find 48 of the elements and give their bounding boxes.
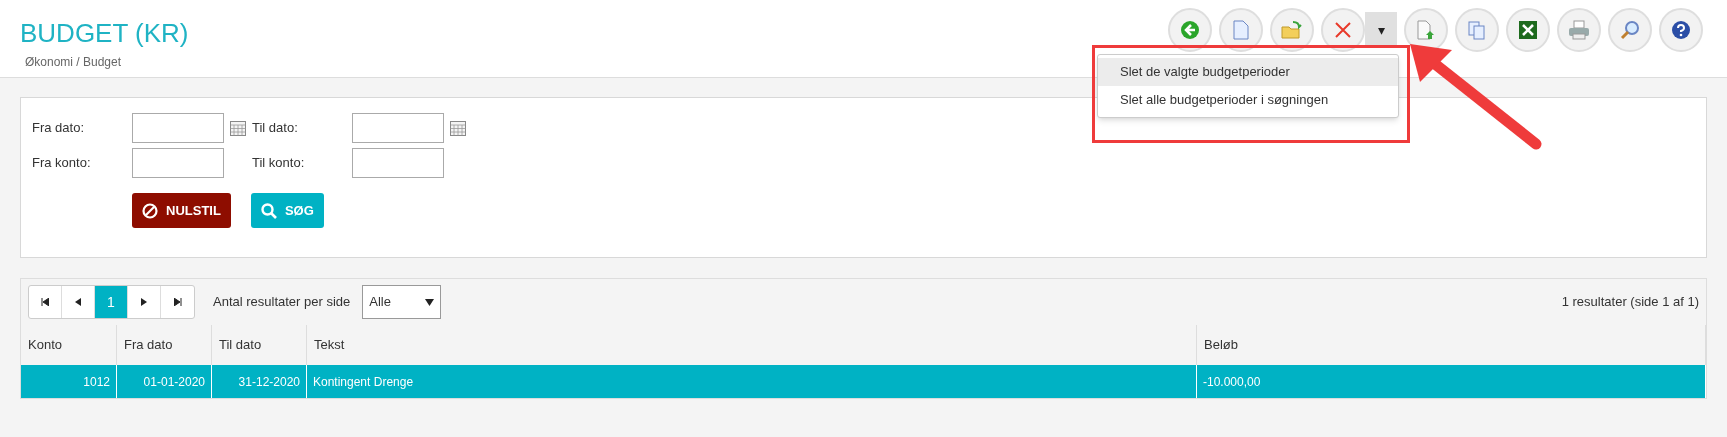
help-button[interactable] (1659, 8, 1703, 52)
search-icon (260, 202, 277, 219)
date-field[interactable] (132, 113, 224, 143)
next-icon (141, 298, 147, 306)
results-summary: 1 resultater (side 1 af 1) (1561, 293, 1699, 312)
first-page-icon (41, 298, 49, 306)
field-label: Fra dato: (32, 119, 86, 138)
page-title: BUDGET (KR) (20, 17, 189, 49)
folder-icon (1281, 20, 1303, 40)
new-button[interactable] (1219, 8, 1263, 52)
excel-button[interactable] (1506, 8, 1550, 52)
table-cell: 31-12-2020 (212, 365, 307, 398)
magnifier-icon (1620, 20, 1640, 40)
last-page-icon (173, 298, 182, 306)
text-field[interactable] (352, 148, 444, 178)
table-cell: 1012 (21, 365, 117, 398)
spreadsheet-icon (1518, 20, 1538, 40)
back-button[interactable] (1168, 8, 1212, 52)
date-field[interactable] (352, 113, 444, 143)
field-label: Til konto: (252, 154, 306, 173)
dropdown-toggle[interactable]: ▾ (1365, 12, 1397, 48)
help-icon (1671, 20, 1691, 40)
menu-item[interactable]: Slet de valgte budgetperioder (1098, 58, 1398, 86)
field-label: Fra konto: (32, 154, 92, 173)
open-button[interactable] (1270, 8, 1314, 52)
calendar-icon[interactable] (230, 120, 246, 136)
previous-icon (75, 298, 81, 306)
close-icon (1334, 21, 1352, 39)
printer-icon (1568, 20, 1590, 40)
table-cell: Kontingent Drenge (307, 365, 1197, 398)
document-icon (1233, 20, 1249, 40)
ban-icon (142, 202, 158, 219)
print-button[interactable] (1557, 8, 1601, 52)
delete-button[interactable] (1321, 8, 1365, 52)
zoom-button[interactable] (1608, 8, 1652, 52)
copy-icon (1467, 20, 1487, 40)
breadcrumb: Økonomi / Budget (24, 54, 123, 71)
document-upload-icon (1417, 20, 1435, 40)
table-cell: -10.000,00 (1197, 365, 1706, 398)
calendar-icon[interactable] (450, 120, 466, 136)
table-cell: 01-01-2020 (117, 365, 212, 398)
per-page-select[interactable]: Alle (362, 285, 442, 319)
text-field[interactable] (132, 148, 224, 178)
reset-button[interactable]: NULSTIL (132, 193, 231, 228)
per-page-label: Antal resultater per side (213, 293, 351, 312)
caret-icon (425, 298, 435, 306)
menu-item[interactable]: Slet alle budgetperioder i søgningen (1098, 86, 1398, 114)
field-label: Til dato: (252, 119, 299, 138)
